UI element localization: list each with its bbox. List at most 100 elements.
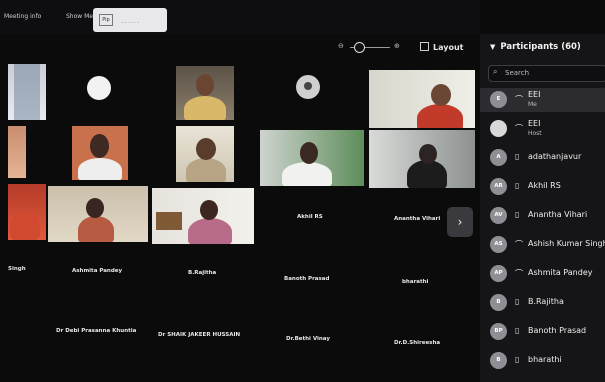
video-feed-detail — [86, 198, 104, 218]
phone-icon: ▯ — [515, 152, 520, 161]
headset-icon: ⌒ — [515, 240, 523, 249]
video-feed-detail — [282, 162, 332, 186]
participant-search-input[interactable]: ⌕ Search — [488, 65, 605, 82]
video-feed-detail — [186, 158, 226, 182]
tile-name-label: Dr SHAIK JAKEER HUSSAIN — [158, 332, 241, 338]
participant-name: EEI — [528, 119, 541, 128]
tile-name-label: bharathi — [402, 279, 429, 285]
picture-in-picture-popup[interactable]: Pip ------ — [93, 8, 167, 32]
video-feed-detail — [188, 218, 232, 244]
zoom-in-icon[interactable]: ⊕ — [394, 42, 400, 50]
video-feed-detail — [196, 74, 214, 96]
avatar-tile[interactable] — [72, 64, 127, 120]
search-icon: ⌕ — [493, 67, 498, 76]
participant-row[interactable]: BP ▯ Banoth Prasad — [480, 320, 605, 344]
zoom-slider[interactable]: ⊖ ⊕ — [338, 42, 404, 54]
participant-name: Banoth Prasad — [528, 326, 587, 335]
participant-name: Ashish Kumar Singh — [528, 239, 605, 248]
participant-row[interactable]: AS ⌒ Ashish Kumar Singh — [480, 233, 605, 257]
phone-icon: ▯ — [515, 210, 520, 219]
tile-name-label: Dr.Bethi Vinay — [286, 336, 330, 342]
pip-icon[interactable]: Pip — [99, 14, 113, 26]
participant-row[interactable]: B ▯ bharathi — [480, 349, 605, 373]
avatar: AR — [490, 178, 507, 195]
video-tile[interactable] — [369, 130, 475, 188]
video-feed-detail — [196, 138, 216, 160]
tile-name-label: Akhil RS — [297, 214, 323, 220]
avatar: E — [490, 91, 507, 108]
video-tile[interactable] — [8, 126, 26, 178]
headset-icon: ⌒ — [515, 95, 523, 104]
video-tile[interactable] — [176, 126, 234, 182]
next-page-button[interactable]: › — [447, 207, 473, 237]
video-feed — [8, 126, 26, 178]
avatar: AS — [490, 236, 507, 253]
participant-role: Host — [528, 130, 542, 137]
video-tile[interactable] — [369, 70, 475, 128]
phone-icon: ▯ — [515, 297, 520, 306]
search-placeholder: Search — [505, 69, 530, 77]
meeting-info-link[interactable]: Meeting info — [4, 13, 41, 20]
phone-icon: ▯ — [515, 181, 520, 190]
phone-icon: ▯ — [515, 326, 520, 335]
avatar-detail — [304, 82, 312, 90]
chevron-right-icon: › — [457, 215, 463, 229]
avatar: AP — [490, 265, 507, 282]
video-feed-detail — [78, 158, 122, 180]
avatar: B — [490, 294, 507, 311]
video-feed-detail — [300, 142, 318, 164]
participant-name: Anantha Vihari — [528, 210, 588, 219]
participant-role: Me — [528, 101, 537, 108]
participant-row[interactable]: B ▯ B.Rajitha — [480, 291, 605, 315]
participants-panel: ▼ Participants (60) ⌕ Search E ⌒ EEI Me ⌒ EEI H… — [480, 34, 605, 382]
video-feed-detail — [419, 144, 437, 164]
video-tile[interactable] — [8, 184, 46, 240]
tile-name-label: Anantha Vihari — [394, 216, 441, 222]
zoom-knob[interactable] — [354, 42, 365, 53]
participant-row[interactable]: AV ▯ Anantha Vihari — [480, 204, 605, 228]
video-feed-detail — [90, 134, 109, 158]
video-feed-detail — [14, 64, 40, 120]
participant-name: B.Rajitha — [528, 297, 564, 306]
avatar: B — [490, 352, 507, 369]
video-feed-detail — [417, 104, 463, 128]
popup-placeholder-text: ------ — [121, 19, 140, 26]
avatar: BP — [490, 323, 507, 340]
participant-name: Ashmita Pandey — [528, 268, 593, 277]
participant-row[interactable]: E ⌒ EEI Me — [480, 88, 605, 112]
headset-icon: ⌒ — [515, 124, 523, 133]
participant-row[interactable]: AR ▯ Akhil RS — [480, 175, 605, 199]
video-feed-detail — [78, 216, 114, 242]
avatar: A — [490, 149, 507, 166]
video-tile[interactable] — [176, 66, 234, 120]
zoom-out-icon[interactable]: ⊖ — [338, 42, 344, 50]
participant-name: EEI — [528, 90, 541, 99]
meeting-window: Meeting info Show Me Pip ------ ⊖ ⊕ Layo… — [0, 0, 605, 382]
chevron-down-icon[interactable]: ▼ — [490, 43, 495, 51]
participant-row[interactable]: AP ⌒ Ashmita Pandey — [480, 262, 605, 286]
video-feed-detail — [200, 200, 218, 220]
video-tile[interactable] — [72, 126, 128, 180]
phone-icon: ▯ — [515, 355, 520, 364]
video-tile[interactable] — [48, 186, 148, 242]
participant-row[interactable]: A ▯ adathanjavur — [480, 146, 605, 170]
video-tile[interactable] — [152, 188, 254, 244]
participant-name: adathanjavur — [528, 152, 582, 161]
video-feed-detail — [10, 212, 40, 240]
participants-header[interactable]: ▼ Participants (60) — [490, 42, 581, 52]
layout-button[interactable]: Layout — [420, 42, 463, 52]
participants-title: Participants (60) — [500, 42, 581, 52]
avatar: AV — [490, 207, 507, 224]
meeting-topbar: Meeting info Show Me — [0, 0, 480, 34]
video-feed-detail — [431, 84, 451, 106]
show-menu-button[interactable]: Show Me — [66, 13, 93, 20]
tile-name-label: Singh — [8, 266, 26, 272]
avatar-tile[interactable] — [288, 72, 326, 108]
video-feed-detail — [184, 96, 226, 120]
participant-row[interactable]: ⌒ EEI Host — [480, 117, 605, 141]
headset-icon: ⌒ — [515, 269, 523, 278]
tile-name-label: Dr Debi Prasanna Khuntia — [56, 328, 137, 334]
participant-name: bharathi — [528, 355, 562, 364]
video-tile[interactable] — [260, 130, 364, 186]
video-tile[interactable] — [8, 64, 46, 120]
